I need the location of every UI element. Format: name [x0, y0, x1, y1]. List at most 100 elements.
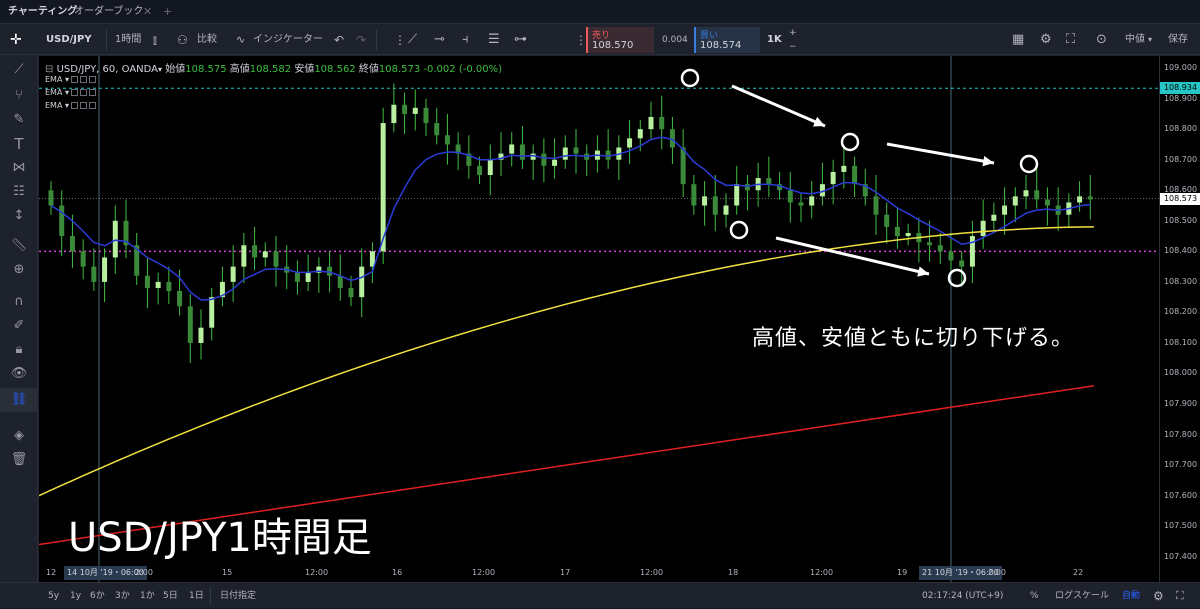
compare-icon[interactable]: ⚇ — [177, 25, 188, 55]
close-icon[interactable] — [89, 76, 96, 83]
settings-gear-icon[interactable] — [80, 76, 87, 83]
save-button[interactable]: 保存 — [1168, 25, 1188, 55]
buy-button[interactable]: 買い 108.574 — [694, 27, 760, 53]
price-source-dropdown[interactable]: 中値 — [1125, 25, 1145, 55]
range-3m[interactable]: 3か — [115, 583, 130, 609]
redo-icon[interactable]: ↷ — [356, 25, 366, 55]
text-tool-icon[interactable]: T — [0, 132, 38, 156]
measure-vertical-icon[interactable]: ↕ — [0, 204, 38, 228]
trendline-icon[interactable]: ⟋ — [408, 25, 417, 55]
ema-legend-2[interactable]: EMA ▾ — [45, 88, 96, 97]
last-price-tag: 108.573 — [1160, 192, 1200, 205]
ruler-icon[interactable]: 📏︎ — [0, 234, 38, 258]
layout-grid-icon[interactable]: ▦ — [1012, 25, 1024, 55]
candle-body — [252, 245, 258, 258]
close-icon[interactable] — [89, 89, 96, 96]
link-icon[interactable]: ⛓ — [0, 388, 38, 412]
close-label: 終値 — [358, 64, 379, 75]
vertical-line-icon[interactable]: ⫞ — [462, 25, 469, 55]
auto-scale-toggle[interactable]: 自動 — [1122, 583, 1140, 609]
indicators-button[interactable]: インジケーター — [253, 25, 323, 55]
settings-gear-icon[interactable]: ⚙ — [1040, 25, 1052, 55]
range-6m[interactable]: 6か — [90, 583, 105, 609]
trash-icon[interactable]: 🗑︎ — [0, 448, 38, 472]
price-tick: 108.700 — [1163, 154, 1198, 164]
ray-icon[interactable]: ⊶ — [514, 25, 527, 55]
candle-body — [894, 226, 900, 237]
fullscreen-icon[interactable]: ⛶ — [1066, 25, 1075, 55]
pitchfork-icon[interactable]: ⑂ — [0, 84, 38, 108]
percent-toggle[interactable]: % — [1030, 583, 1039, 609]
price-axis[interactable]: 109.000 108.900 108.800 108.700 108.600 108.5… — [1159, 56, 1200, 582]
lock-icon[interactable]: 🔒︎ — [0, 338, 38, 362]
highlight-circle — [729, 220, 749, 240]
eye-icon[interactable]: 👁︎ — [0, 362, 38, 386]
chevron-down-icon[interactable]: ▾ — [158, 65, 162, 74]
brush-icon[interactable]: ✎ — [0, 108, 38, 132]
range-1y[interactable]: 1y — [70, 583, 81, 609]
candle-body — [723, 205, 729, 215]
fib-retracement-icon[interactable]: ☰ — [488, 25, 500, 55]
candle-body — [552, 159, 558, 166]
pattern-icon[interactable]: ⋈ — [0, 156, 38, 180]
compare-button[interactable]: 比較 — [197, 25, 217, 55]
candle-body — [680, 147, 686, 185]
candle-body — [702, 196, 708, 206]
indicators-icon[interactable]: ∿ — [236, 25, 245, 55]
close-tab-icon[interactable]: ✕ — [143, 0, 152, 24]
candle-body — [144, 275, 150, 288]
spread-value: 0.004 — [662, 35, 688, 45]
candle-body — [798, 202, 804, 206]
zoom-in-icon[interactable]: ⊕ — [0, 258, 38, 282]
log-scale-toggle[interactable]: ログスケール — [1055, 583, 1109, 609]
interval-button[interactable]: 1時間 — [115, 25, 141, 55]
camera-icon[interactable]: ⊙ — [1096, 25, 1107, 55]
drag-handle-icon[interactable]: ⋮ — [394, 25, 406, 55]
symbol-search[interactable]: USD/JPY — [46, 25, 92, 55]
time-tick: 2:00 — [135, 568, 153, 577]
candle-style-icon[interactable]: ⫾ — [153, 25, 157, 55]
chevron-down-icon[interactable]: ▾ — [1148, 25, 1152, 55]
candle-body — [959, 260, 965, 267]
settings-gear-icon[interactable] — [80, 102, 87, 109]
range-1d[interactable]: 1日 — [189, 583, 204, 609]
eye-icon[interactable] — [71, 89, 78, 96]
settings-gear-icon[interactable] — [80, 89, 87, 96]
expand-icon[interactable]: ⛶ — [1176, 583, 1184, 609]
quantity-field[interactable]: 1K — [767, 25, 782, 55]
ema-mid-line — [39, 226, 1095, 497]
chart-area[interactable] — [39, 56, 1159, 582]
line-tool-icon[interactable]: ⟋ — [0, 58, 38, 82]
tab-orderbook[interactable]: オーダーブック — [74, 0, 143, 24]
collapse-icon[interactable]: ⊟ — [45, 64, 53, 75]
eye-icon[interactable] — [71, 76, 78, 83]
crosshair-icon[interactable]: ✛ — [10, 25, 22, 55]
forecast-icon[interactable]: ☷ — [0, 180, 38, 204]
magnet-icon[interactable]: ∩ — [0, 290, 38, 314]
undo-icon[interactable]: ↶ — [334, 25, 344, 55]
settings-gear-icon[interactable]: ⚙ — [1153, 583, 1164, 609]
horizontal-line-icon[interactable]: ⊸ — [434, 25, 445, 55]
add-tab-icon[interactable]: + — [163, 0, 172, 24]
candle-body — [48, 190, 54, 206]
range-5y[interactable]: 5y — [48, 583, 59, 609]
candle-body — [177, 291, 183, 307]
layers-icon[interactable]: ◈ — [0, 424, 38, 448]
range-5d[interactable]: 5日 — [163, 583, 178, 609]
goto-date-button[interactable]: 日付指定 — [220, 583, 256, 609]
ema-legend-3[interactable]: EMA ▾ — [45, 101, 96, 110]
range-1m[interactable]: 1か — [140, 583, 155, 609]
candle-body — [562, 147, 568, 160]
ema-legend-1[interactable]: EMA ▾ — [45, 75, 96, 84]
annotation-arrow — [731, 84, 826, 128]
eye-icon[interactable] — [71, 102, 78, 109]
time-tick: 12 — [46, 568, 57, 577]
close-icon[interactable] — [89, 102, 96, 109]
candle-body — [1044, 199, 1050, 206]
candle-body — [627, 138, 633, 148]
candle-body — [230, 266, 236, 282]
draw-mode-icon[interactable]: ✐ — [0, 314, 38, 338]
tab-charting[interactable]: チャーティング — [8, 0, 77, 24]
price-chart[interactable] — [39, 56, 1159, 582]
sell-button[interactable]: 売り 108.570 — [586, 27, 654, 53]
